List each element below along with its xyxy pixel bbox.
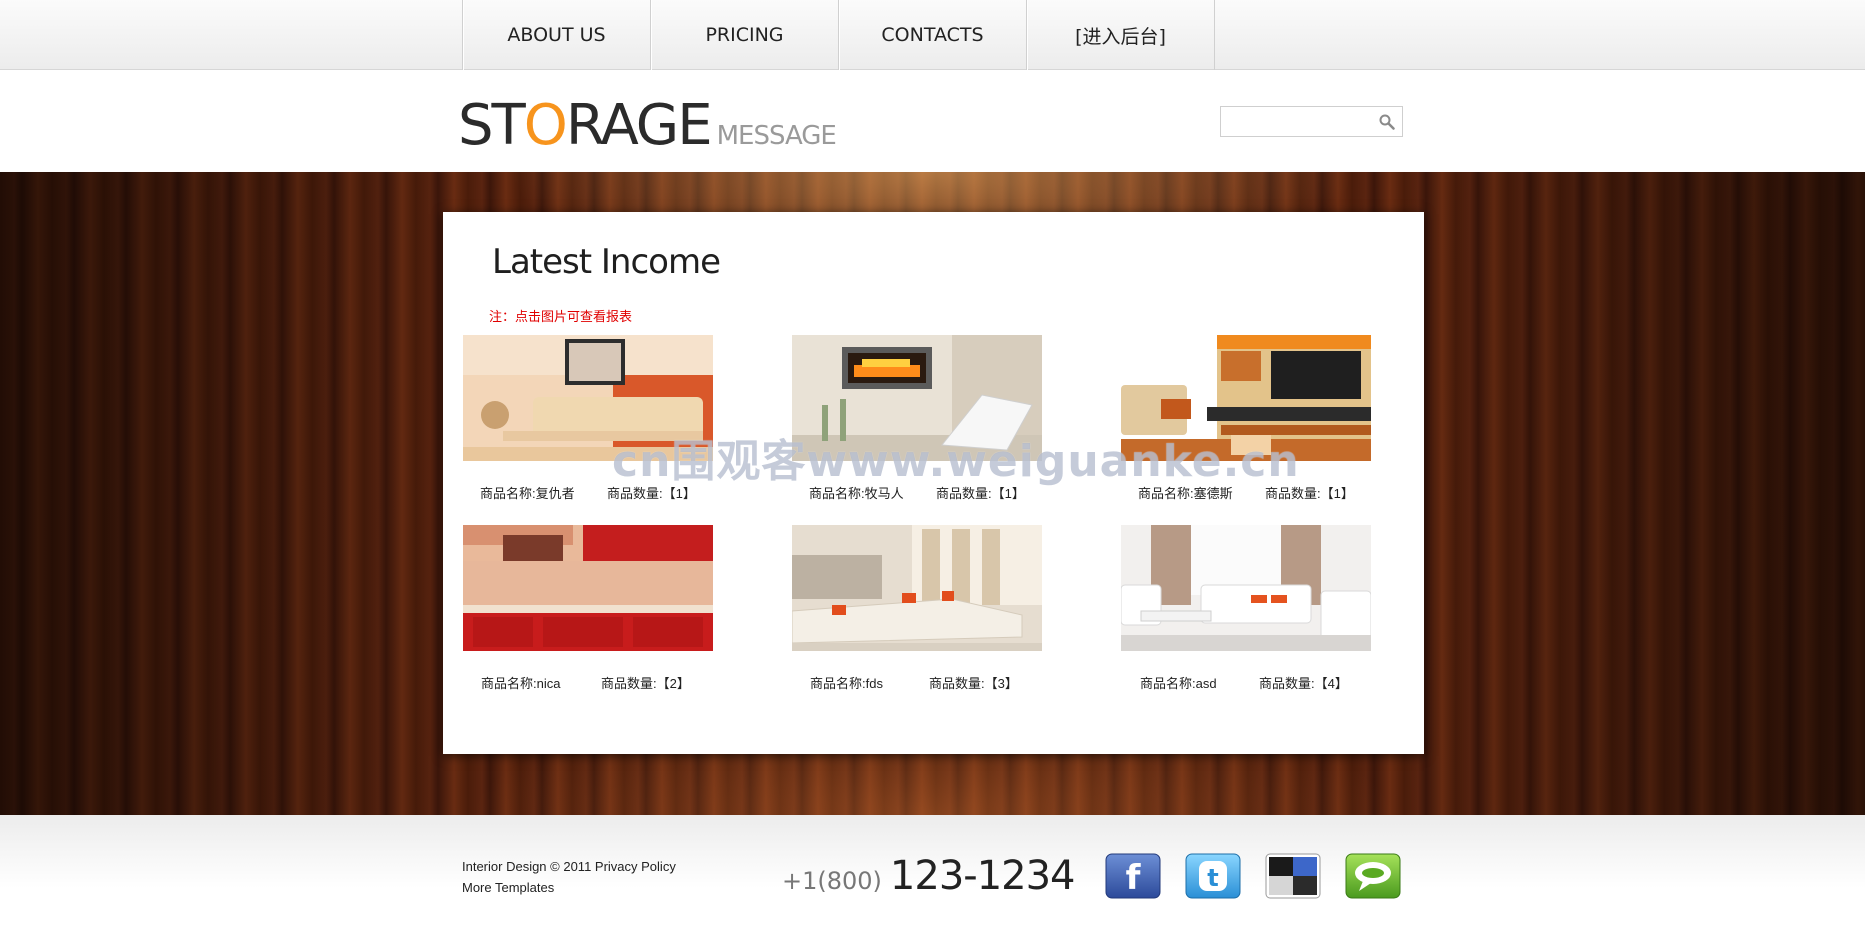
product-name: 商品名称:fds <box>810 676 883 691</box>
twitter-icon[interactable]: t <box>1185 853 1241 899</box>
product-name: 商品名称:nica <box>481 676 561 691</box>
product-quantity: 商品数量:【3】 <box>929 676 1018 691</box>
wood-background: Latest Income 注：点击图片可查看报表 商品名称:复仇者 商品数量:… <box>0 172 1865 815</box>
nav-item-about-us[interactable]: ABOUT US <box>463 0 651 70</box>
logo-main: STORAGE <box>458 93 713 158</box>
product-card: 商品名称:fds 商品数量:【3】 <box>792 525 1042 691</box>
product-image[interactable] <box>1121 335 1371 461</box>
phone-prefix: +1(800) <box>782 867 882 895</box>
site-logo[interactable]: STORAGE MESSAGE <box>458 93 837 158</box>
product-quantity: 商品数量:【1】 <box>607 486 696 501</box>
search-box <box>1220 106 1403 137</box>
phone-digits: 123-1234 <box>889 853 1076 899</box>
product-image[interactable] <box>463 335 713 461</box>
product-name: 商品名称:复仇者 <box>480 486 575 501</box>
search-input[interactable] <box>1221 107 1371 136</box>
nav-item-admin[interactable]: [进入后台] <box>1027 0 1215 70</box>
product-quantity: 商品数量:【2】 <box>601 676 690 691</box>
product-card: 商品名称:牧马人 商品数量:【1】 <box>792 335 1042 501</box>
facebook-icon[interactable]: f <box>1105 853 1161 899</box>
product-quantity: 商品数量:【1】 <box>1265 486 1354 501</box>
logo-subtitle: MESSAGE <box>716 121 837 151</box>
top-navigation: ABOUT US PRICING CONTACTS [进入后台] <box>0 0 1865 70</box>
nav-menu: ABOUT US PRICING CONTACTS [进入后台] <box>462 0 1215 70</box>
product-card: 商品名称:asd 商品数量:【4】 <box>1121 525 1371 691</box>
chat-icon[interactable] <box>1345 853 1401 899</box>
delicious-icon[interactable] <box>1265 853 1321 899</box>
product-image[interactable] <box>792 335 1042 461</box>
product-quantity: 商品数量:【1】 <box>936 486 1025 501</box>
product-name: 商品名称:asd <box>1140 676 1217 691</box>
page-title: Latest Income <box>492 242 721 282</box>
copyright-text: Interior Design © 2011 Privacy Policy <box>462 859 676 874</box>
more-templates-link[interactable]: More Templates <box>462 880 554 895</box>
product-card: 商品名称:nica 商品数量:【2】 <box>463 525 713 691</box>
footer-links: Interior Design © 2011 Privacy Policy Mo… <box>462 856 676 898</box>
phone-number: +1(800) 123-1234 <box>782 853 1075 899</box>
footer: Interior Design © 2011 Privacy Policy Mo… <box>0 815 1865 937</box>
product-name: 商品名称:牧马人 <box>809 486 904 501</box>
product-card: 商品名称:塞德斯 商品数量:【1】 <box>1121 335 1371 501</box>
nav-item-pricing[interactable]: PRICING <box>651 0 839 70</box>
nav-item-contacts[interactable]: CONTACTS <box>839 0 1027 70</box>
product-image[interactable] <box>1121 525 1371 651</box>
svg-text:f: f <box>1126 858 1142 898</box>
product-quantity: 商品数量:【4】 <box>1259 676 1348 691</box>
content-panel: Latest Income 注：点击图片可查看报表 商品名称:复仇者 商品数量:… <box>443 212 1424 754</box>
product-card: 商品名称:复仇者 商品数量:【1】 <box>463 335 713 501</box>
product-image[interactable] <box>463 525 713 651</box>
search-icon[interactable] <box>1378 113 1396 131</box>
hint-note: 注：点击图片可查看报表 <box>489 309 633 324</box>
product-image[interactable] <box>792 525 1042 651</box>
product-name: 商品名称:塞德斯 <box>1138 486 1233 501</box>
svg-text:t: t <box>1207 864 1218 892</box>
header: STORAGE MESSAGE <box>0 71 1865 172</box>
